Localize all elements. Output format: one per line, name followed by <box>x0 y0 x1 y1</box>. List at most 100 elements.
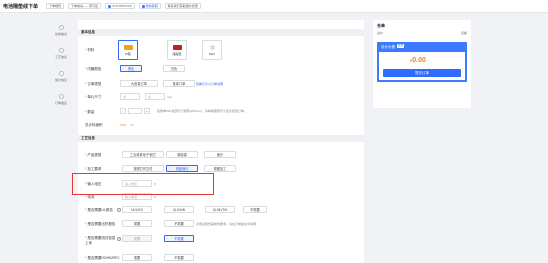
color-white-button[interactable]: 白色 <box>163 65 185 72</box>
price-title: 设计价格 <box>381 45 395 49</box>
test-yes-button[interactable]: 需要 <box>122 235 152 242</box>
label-text: 订单类型 <box>87 82 102 86</box>
coc-label: *是否需要出货报告 <box>85 222 116 226</box>
rohs-no-button[interactable]: 不需要 <box>164 254 194 261</box>
wechat-icon <box>141 4 145 8</box>
coc-yes-button[interactable]: 需要 <box>122 220 152 227</box>
nav-dot-icon <box>58 70 64 76</box>
rohs-label: *是否需要ROHS/RFC <box>85 256 120 260</box>
chip-label: 下单规则 <box>49 4 62 8</box>
summary-title: 合单 <box>377 23 385 28</box>
nav-item-remarks[interactable]: 订单备注 <box>46 89 76 109</box>
ul-info-icon[interactable]: i <box>117 208 121 212</box>
silicone-swatch <box>172 44 182 50</box>
card-label: PI膜 <box>125 51 131 56</box>
ul-94hb-button[interactable]: UL94HB <box>164 206 194 213</box>
chip-label: 4771756XXXX <box>112 4 132 8</box>
product-type-medical-button[interactable]: 医疗 <box>204 151 236 158</box>
order-type-batch-button[interactable]: 批量订单 <box>163 80 195 87</box>
qty-input[interactable] <box>128 108 142 114</box>
order-type-label: *订单类型 <box>85 82 102 86</box>
ul-report-label: *是否需要UL报告 <box>85 208 113 212</box>
nav-dot-icon <box>58 47 64 53</box>
nav-item-basic[interactable]: 基本信息 <box>46 20 76 40</box>
order-type-help-link[interactable]: 查看与大小订单说明 <box>196 82 223 86</box>
material-card-pi[interactable]: PI膜 <box>118 40 138 60</box>
qty-label: *数量 <box>85 110 95 114</box>
nav-dot-icon <box>58 24 64 30</box>
color-black-button[interactable]: 黑色 <box>120 65 142 72</box>
coc-note: 对测试报告需求的要求，请在订单备注中说明 <box>196 222 257 226</box>
summary-panel: 合单 总价 包邮 设计价格 优惠 ¥0.00 提交订单 <box>373 20 471 108</box>
order-form: 基本信息 *材料 PI膜 硅胶垫 PET *内膜颜色 黑色 白色 *订单类型 大… <box>78 20 364 263</box>
phone-icon <box>108 4 112 8</box>
nav-label: 基本信息 <box>54 31 67 36</box>
area-label: 总计料面积 <box>85 123 103 127</box>
card-label: PET <box>209 51 215 56</box>
qty-plus-button[interactable]: + <box>144 108 150 114</box>
test-info-icon[interactable]: i <box>117 237 121 241</box>
pi-swatch <box>123 44 133 50</box>
size-width-input[interactable]: 宽 <box>145 93 165 100</box>
label-text: 是否需要UL报告 <box>87 208 113 212</box>
nav-label: 加价信息 <box>54 77 67 82</box>
ul-none-button[interactable]: 不需要 <box>243 206 267 213</box>
qty-stepper: - + <box>120 108 150 114</box>
area-value: 0.00 <box>120 123 126 127</box>
price-inner: ¥0.00 提交订单 <box>379 52 465 80</box>
current-label: *电流 <box>85 195 95 199</box>
size-unit: mm <box>167 95 172 99</box>
label-text: 是否需要测试信息上传 <box>85 236 116 245</box>
chip-label: 下单前请——萧与您 <box>71 4 99 8</box>
submit-order-button[interactable]: 提交订单 <box>383 69 461 77</box>
prenotice-chip[interactable]: 下单前请——萧与您 <box>68 3 102 9</box>
product-type-label: *产品类型 <box>85 153 102 157</box>
rohs-yes-button[interactable]: 需要 <box>122 254 152 261</box>
nav-label: 订单备注 <box>54 100 67 105</box>
page-title: 电池隔垫线下单 <box>3 3 39 10</box>
material-card-silicone[interactable]: 硅胶垫 <box>167 40 187 60</box>
label-text: 产品类型 <box>87 153 102 157</box>
price-badge: 优惠 <box>397 44 405 48</box>
order-rules-chip[interactable]: 下单规则 <box>46 3 65 9</box>
product-type-consumer-button[interactable]: 工业消费电子/其它 <box>122 151 164 158</box>
process-print-file-button[interactable]: 按需打印文件 <box>122 165 164 172</box>
product-type-energy-button[interactable]: 新能源 <box>166 151 198 158</box>
pet-swatch <box>209 44 215 50</box>
test-upload-label: *是否需要测试信息上传 <box>85 236 116 245</box>
test-no-button[interactable]: 不需要 <box>164 235 194 242</box>
chip-label: 微信客服 <box>145 4 158 8</box>
qty-note: 如果单PET板因尺寸按照(200mm)，请单独按照尺寸最为批量订单。 <box>157 109 247 113</box>
coc-no-button[interactable]: 不需要 <box>164 220 194 227</box>
basic-section-title: 基本信息 <box>78 29 364 36</box>
label-text: 内膜颜色 <box>87 67 102 71</box>
label-text: 材料 <box>87 48 95 52</box>
section-nav: 基本信息 工艺信息 加价信息 订单备注 <box>46 20 76 110</box>
price-value: 0.00 <box>412 57 426 64</box>
label-text: 是否需要ROHS/RFC <box>87 256 120 260</box>
process-cut-button[interactable]: 按图裁切 <box>166 165 198 172</box>
process-section-title: 工艺信息 <box>78 135 364 142</box>
material-card-pet[interactable]: PET <box>202 40 222 60</box>
nav-dot-icon <box>58 93 64 99</box>
size-length-input[interactable]: 长 <box>120 93 140 100</box>
nav-item-extra[interactable]: 加价信息 <box>46 66 76 86</box>
label-text: 单片尺寸 <box>87 95 102 99</box>
wechat-chip[interactable]: 微信客服 <box>138 3 161 9</box>
label-text: 加工要求 <box>87 167 102 171</box>
phone-chip[interactable]: 4771756XXXX <box>105 3 135 9</box>
qty-minus-button[interactable]: - <box>120 108 126 114</box>
label-text: 数量 <box>87 110 95 114</box>
nav-item-process[interactable]: 工艺信息 <box>46 43 76 63</box>
ul-94v0-button[interactable]: UL94V0 <box>122 206 152 213</box>
ul-94vtm-button[interactable]: UL94VTM <box>205 206 235 213</box>
process-req-label: *加工要求 <box>85 167 102 171</box>
material-label: *材料 <box>85 48 95 52</box>
summary-shipping-label: 包邮 <box>460 31 467 35</box>
label-text: 电流 <box>87 195 95 199</box>
card-label: 硅胶垫 <box>172 51 182 56</box>
contact-chip[interactable]: 联系我们获取报价优惠 <box>164 3 201 9</box>
size-label: *单片尺寸 <box>85 95 102 99</box>
process-machine-button[interactable]: 按图加工 <box>204 165 236 172</box>
order-type-bulk-button[interactable]: 大批量订单 <box>120 80 158 87</box>
